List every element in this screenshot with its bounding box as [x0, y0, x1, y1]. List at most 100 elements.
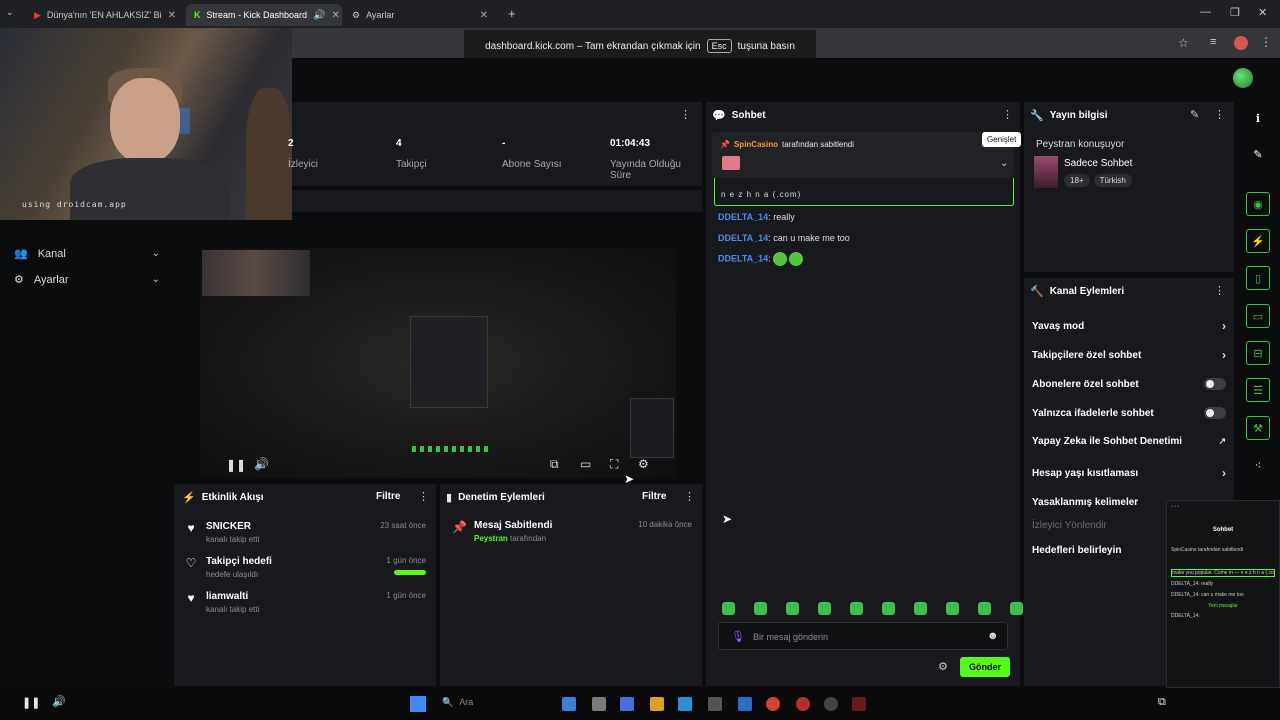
theater-mode-icon[interactable]: ▭ — [580, 457, 591, 471]
menu-dots-icon[interactable]: ⋮ — [1214, 108, 1225, 121]
chat-username[interactable]: DDELTA_14 — [718, 212, 768, 222]
windows-start-icon[interactable] — [410, 696, 426, 712]
tag[interactable]: Türkish — [1093, 174, 1132, 187]
filter-button[interactable]: Filtre — [376, 491, 400, 502]
tab-settings[interactable]: ⚙ Ayarlar ✕ — [344, 4, 496, 26]
mod-action-user[interactable]: Peystran — [474, 534, 508, 543]
chrome-icon[interactable] — [766, 697, 780, 711]
microphone-icon[interactable]: 🎙 — [731, 630, 745, 643]
list-icon[interactable]: ☰ — [1246, 378, 1270, 402]
edge-icon[interactable] — [678, 697, 692, 711]
nav-item-kanal[interactable]: 👥 Kanal ⌄ — [14, 247, 160, 261]
close-tab-icon[interactable]: ✕ — [332, 10, 340, 21]
emote-icon[interactable] — [818, 602, 831, 615]
taskbar-app-icon[interactable] — [824, 697, 838, 711]
emote-icon[interactable] — [722, 602, 735, 615]
user-avatar[interactable] — [1233, 68, 1253, 88]
info-icon[interactable]: ℹ — [1246, 106, 1270, 130]
action-followers-only[interactable]: Takipçilere özel sohbet › — [1032, 348, 1226, 362]
emote-icon[interactable] — [754, 602, 767, 615]
chat-username[interactable]: DDELTA_14 — [718, 233, 768, 243]
emote-icon[interactable] — [946, 602, 959, 615]
chat-username[interactable]: DDELTA_14 — [718, 253, 768, 263]
stream-preview[interactable]: ❚❚ 🔊 ⧉ ▭ ⛶ ⚙ — [200, 248, 676, 478]
taskbar-app-icon[interactable] — [708, 697, 722, 711]
tab-youtube[interactable]: ▶ Dünya'nın 'EN AHLAKSIZ' Bilim ✕ — [26, 4, 184, 26]
emote-only-toggle[interactable] — [1204, 407, 1226, 419]
emote-icon[interactable] — [1010, 602, 1023, 615]
subscribers-only-toggle[interactable] — [1204, 378, 1226, 390]
taskbar-app-icon[interactable] — [852, 697, 866, 711]
volume-icon[interactable]: 🔊 — [52, 695, 66, 708]
taskbar-app-icon[interactable] — [592, 697, 606, 711]
chat-input[interactable]: 🎙 Bir mesaj gönderin ☻ — [718, 622, 1008, 650]
close-tab-icon[interactable]: ✕ — [480, 10, 488, 21]
media-control-icon[interactable]: ≡ — [1210, 36, 1216, 48]
emote-icon[interactable] — [978, 602, 991, 615]
tag[interactable]: 18+ — [1064, 174, 1090, 187]
tab-list-chevron-icon[interactable]: ⌄ — [6, 7, 14, 18]
new-tab-icon[interactable]: + — [508, 6, 516, 21]
edit-pencil-icon[interactable]: ✎ — [1190, 108, 1199, 121]
chat-settings-icon[interactable]: ⚙ — [938, 660, 948, 673]
taskbar-app-icon[interactable] — [562, 697, 576, 711]
mini-chat-window: ▫ ▫ ▫ Sohbet SpinCasino tarafından sabit… — [1166, 500, 1280, 688]
fullscreen-icon[interactable]: ⛶ — [610, 457, 618, 472]
mod-action-name: Mesaj Sabitlendi — [474, 520, 553, 531]
pause-icon[interactable]: ❚❚ — [22, 696, 40, 709]
menu-dots-icon[interactable]: ⋮ — [1002, 108, 1013, 121]
bookmark-star-icon[interactable]: ☆ — [1178, 36, 1189, 50]
minimize-icon[interactable]: — — [1200, 6, 1211, 18]
split-icon[interactable]: ⊟ — [1246, 341, 1270, 365]
trash-icon[interactable]: ▯ — [1246, 266, 1270, 290]
stats-menu-icon[interactable]: ⋮ — [680, 108, 691, 121]
pause-icon[interactable]: ❚❚ — [226, 458, 246, 472]
menu-dots-icon[interactable]: ⋮ — [684, 490, 695, 503]
emote-icon[interactable] — [850, 602, 863, 615]
nav-item-ayarlar[interactable]: ⚙ Ayarlar ⌄ — [14, 273, 160, 287]
wrench-icon[interactable]: ⚒ — [1246, 416, 1270, 440]
taskbar-app-icon[interactable] — [620, 697, 634, 711]
taskbar-app-icon[interactable] — [796, 697, 810, 711]
emote-icon[interactable] — [882, 602, 895, 615]
pip-icon[interactable]: ⧉ — [550, 457, 559, 472]
chat-message: DDELTA_14: can u make me too — [718, 233, 850, 243]
browser-menu-icon[interactable]: ⋮ — [1260, 35, 1272, 49]
maximize-icon[interactable]: ❐ — [1230, 6, 1240, 19]
pencil-icon[interactable]: ✎ — [1246, 142, 1270, 166]
close-window-icon[interactable]: ✕ — [1258, 6, 1267, 19]
menu-dots-icon[interactable]: ⋮ — [418, 490, 429, 503]
action-ai-moderation[interactable]: Yapay Zeka ile Sohbet Denetimi ↗ — [1032, 436, 1226, 447]
profile-avatar[interactable] — [1234, 36, 1248, 50]
video-settings-icon[interactable]: ⚙ — [638, 457, 649, 471]
taskbar-search[interactable]: 🔍 Ara — [442, 697, 473, 708]
chevron-right-icon: › — [1222, 319, 1226, 333]
emote-icon[interactable] — [786, 602, 799, 615]
pinned-user[interactable]: SpinCasino — [734, 140, 778, 149]
action-slow-mode[interactable]: Yavaş mod › — [1032, 319, 1226, 333]
tab-audio-icon[interactable]: 🔊 — [313, 10, 325, 21]
droidcam-watermark: using droidcam.app — [22, 200, 127, 209]
tab-kick-dashboard[interactable]: K Stream - Kick Dashboard 🔊 ✕ — [186, 4, 342, 26]
close-tab-icon[interactable]: ✕ — [168, 10, 176, 21]
chat-bubble-icon[interactable]: ▭ — [1246, 304, 1270, 328]
chat-text: can u make me too — [773, 233, 850, 243]
lightning-icon[interactable]: ⚡ — [1246, 229, 1270, 253]
volume-icon[interactable]: 🔊 — [254, 457, 269, 471]
folder-icon[interactable] — [650, 697, 664, 711]
action-account-age[interactable]: Hesap yaşı kısıtlaması › — [1032, 466, 1226, 480]
send-button[interactable]: Gönder — [960, 657, 1010, 677]
camera-icon[interactable]: ◉ — [1246, 192, 1270, 216]
menu-dots-icon[interactable]: ⋮ — [1214, 284, 1225, 297]
category-name[interactable]: Sadece Sohbet — [1064, 158, 1132, 169]
stat-subscribers: - Abone Sayısı — [502, 138, 561, 170]
taskbar-window-icon[interactable]: ⧉ — [1158, 696, 1166, 709]
emote-icon[interactable] — [914, 602, 927, 615]
taskbar-app-icon[interactable] — [738, 697, 752, 711]
chevron-down-icon[interactable]: ⌄ — [1000, 158, 1008, 169]
emoji-icon[interactable]: ☻ — [987, 630, 999, 642]
network-icon[interactable]: ⁖ — [1246, 453, 1270, 477]
mouse-cursor-icon: ➤ — [624, 472, 635, 486]
filter-button[interactable]: Filtre — [642, 491, 666, 502]
chat-header: 💬 Sohbet — [712, 109, 766, 122]
